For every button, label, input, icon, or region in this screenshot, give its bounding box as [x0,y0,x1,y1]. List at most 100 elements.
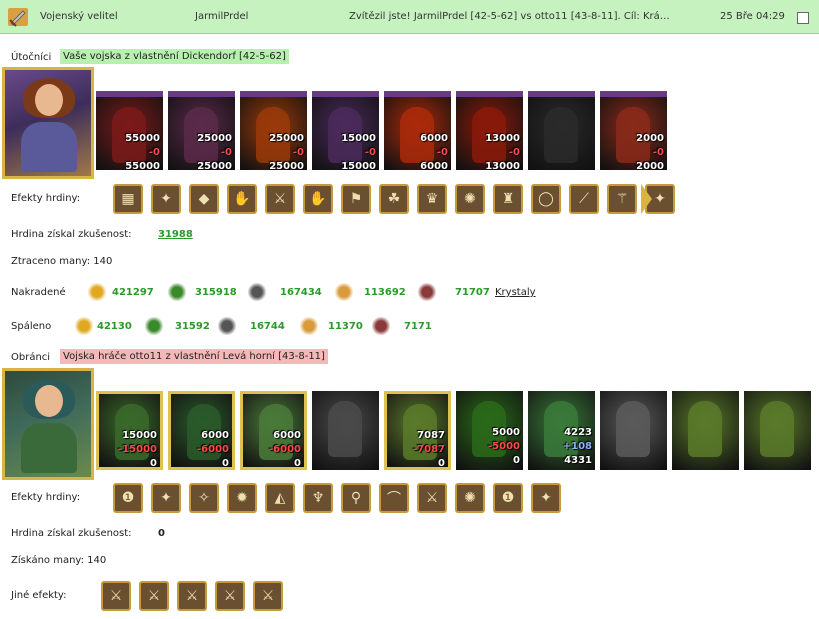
attacker-unit[interactable]: 15000 -0 15000 [312,91,379,170]
other-effect-icon[interactable]: ⚔ [215,581,245,611]
other-effect-icon[interactable]: ⚔ [139,581,169,611]
defender-unit-count: 4331 [564,455,592,466]
defender-unit-count: 0 [513,455,520,466]
attacker-effect-icon[interactable]: ◆ [189,184,219,214]
defender-effect-icon[interactable]: ✧ [189,483,219,513]
attacker-effect-icon[interactable]: ⚔ [265,184,295,214]
mana-gained: Získáno many: 140 [11,555,107,566]
attacker-unit[interactable]: 13000 -0 13000 [456,91,523,170]
attacker-effect-icon[interactable]: ⚚ [607,184,637,214]
attacker-unit[interactable]: 2000 -0 2000 [600,91,667,170]
next-arrow-icon[interactable] [641,184,652,214]
defender-effect-icon[interactable]: ◭ [265,483,295,513]
attacker-unit[interactable]: 25000 -0 25000 [240,91,307,170]
other-effect-icon[interactable]: ⚔ [253,581,283,611]
attacker-effect-icon[interactable]: ♛ [417,184,447,214]
attacker-unit[interactable]: 55000 -0 55000 [96,91,163,170]
resource-value: 113692 [364,287,406,298]
defender-effect-icon[interactable]: ⌒ [379,483,409,513]
resource-value: 315918 [195,287,237,298]
attacker-unit-count: -0 [292,147,304,158]
attacker-unit-count: 6000 [420,133,448,144]
wood-icon [168,283,186,301]
defender-unit[interactable]: 4223 +108 4331 [528,391,595,470]
crystal-icon [418,283,436,301]
report-date: 25 Bře 04:29 [720,11,785,22]
resource-value: 7171 [404,321,432,332]
attackers-tag: Vaše vojska z vlastnění Dickendorf [42-5… [60,49,289,64]
resource-value: 42130 [97,321,132,332]
defender-effect-icon[interactable]: ⚔ [417,483,447,513]
attacker-effect-icon[interactable]: ✋ [303,184,333,214]
battle-result[interactable]: Zvítězil jste! JarmilPrdel [42-5-62] vs … [349,11,711,22]
attacker-unit[interactable] [528,91,595,170]
defender-unit[interactable]: 6000 -6000 0 [168,391,235,470]
defender-effect-icon[interactable]: ✦ [531,483,561,513]
crystal-icon [372,317,390,335]
defender-unit-count: -6000 [269,444,301,455]
attacker-unit-count: 15000 [341,161,376,170]
attacker-effect-icon[interactable]: ✺ [455,184,485,214]
defender-unit[interactable]: 6000 -6000 0 [240,391,307,470]
attacker-xp-value[interactable]: 31988 [158,229,193,240]
resource-value: 31592 [175,321,210,332]
defender-unit-count: 0 [222,458,229,469]
attacker-effect-icon[interactable]: ⟋ [569,184,599,214]
crystals-link[interactable]: Krystaly [495,287,536,298]
defender-unit[interactable]: 5000 -5000 0 [456,391,523,470]
defender-effect-icon[interactable]: ❶ [493,483,523,513]
defender-unit[interactable] [744,391,811,470]
attacker-effect-icon[interactable]: ♜ [493,184,523,214]
other-effect-icon[interactable]: ⚔ [101,581,131,611]
attacker-unit-count: 13000 [485,161,520,170]
attacker-unit-count: -0 [220,147,232,158]
select-checkbox[interactable] [797,12,809,24]
attacker-unit-count: 15000 [341,133,376,144]
defender-effect-icon[interactable]: ❶ [113,483,143,513]
attacker-hero-portrait[interactable] [2,67,94,179]
defender-unit-count: 0 [150,458,157,469]
grain-icon [300,317,318,335]
attacker-unit-count: 25000 [197,133,232,144]
attacker-effect-icon[interactable]: ✦ [151,184,181,214]
player-name[interactable]: JarmilPrdel [195,11,248,22]
attacker-unit-count: 2000 [636,133,664,144]
defenders-tag: Vojska hráče otto11 z vlastnění Levá hor… [60,349,328,364]
attacker-unit[interactable]: 6000 -0 6000 [384,91,451,170]
attacker-unit-count: 2000 [636,161,664,170]
attacker-effect-icon[interactable]: ▦ [113,184,143,214]
attacker-effect-icon[interactable]: ✋ [227,184,257,214]
defender-effect-icon[interactable]: ✦ [151,483,181,513]
attacker-unit-count: 55000 [125,133,160,144]
attacker-effect-icon[interactable]: ☘ [379,184,409,214]
attacker-effect-icon[interactable]: ◯ [531,184,561,214]
defender-xp-value: 0 [158,528,165,539]
attacker-unit[interactable]: 25000 -0 25000 [168,91,235,170]
attacker-effect-icon[interactable]: ⚑ [341,184,371,214]
defender-effect-icon[interactable]: ✹ [227,483,257,513]
other-effect-icon[interactable]: ⚔ [177,581,207,611]
wood-icon [145,317,163,335]
defender-unit-count: 15000 [122,430,157,441]
defender-unit[interactable] [600,391,667,470]
attacker-unit-count: 25000 [197,161,232,170]
defender-unit[interactable] [672,391,739,470]
attacker-unit-count: 55000 [125,161,160,170]
defender-unit-count: -5000 [488,441,520,452]
attacker-unit-count: -0 [364,147,376,158]
defender-effect-icon[interactable]: ⚲ [341,483,371,513]
attackers-label: Útočníci [11,52,52,63]
defender-unit[interactable] [312,391,379,470]
defender-effect-icon[interactable]: ✺ [455,483,485,513]
attacker-xp-label: Hrdina získal zkušenost: [11,229,132,240]
defender-effect-icon[interactable]: ♆ [303,483,333,513]
defender-unit[interactable]: 7087 -7087 0 [384,391,451,470]
sword-icon [8,8,28,27]
defender-unit-count: 5000 [492,427,520,438]
defender-effects-label: Efekty hrdiny: [11,492,81,503]
defender-unit-count: 6000 [201,430,229,441]
resource-value: 71707 [455,287,490,298]
grain-icon [335,283,353,301]
defender-hero-portrait[interactable] [2,368,94,480]
defender-unit[interactable]: 15000 -15000 0 [96,391,163,470]
